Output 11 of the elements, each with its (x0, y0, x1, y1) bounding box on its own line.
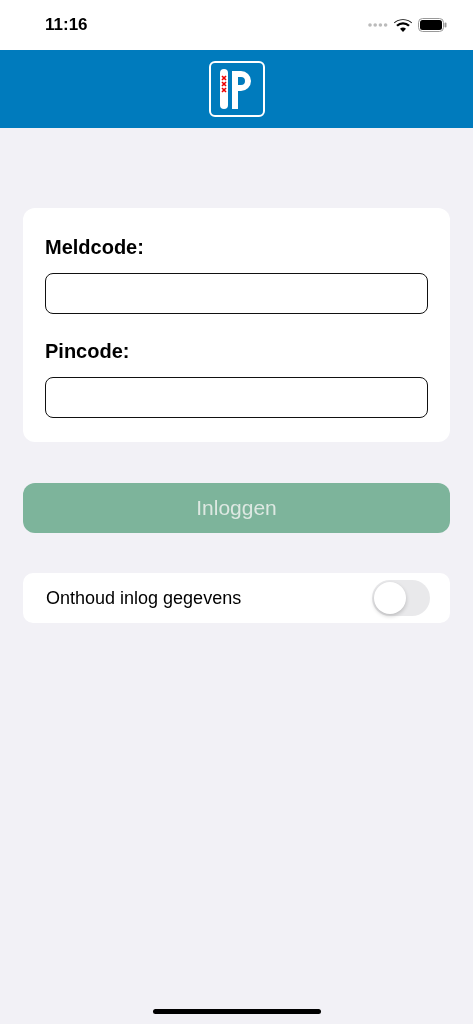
parking-logo-icon (208, 61, 265, 117)
field-label: Meldcode: (45, 236, 145, 259)
field-label: Pincode: (45, 340, 131, 363)
input-field[interactable] (45, 273, 428, 314)
input-field[interactable] (45, 377, 428, 418)
remember-label: Onthoud inlog gegevens (46, 587, 242, 609)
status-time: 11:16 (45, 15, 88, 35)
remember-toggle[interactable] (372, 580, 430, 616)
battery-icon (418, 18, 447, 32)
signal-icon (368, 23, 388, 27)
wifi-icon (394, 18, 412, 32)
